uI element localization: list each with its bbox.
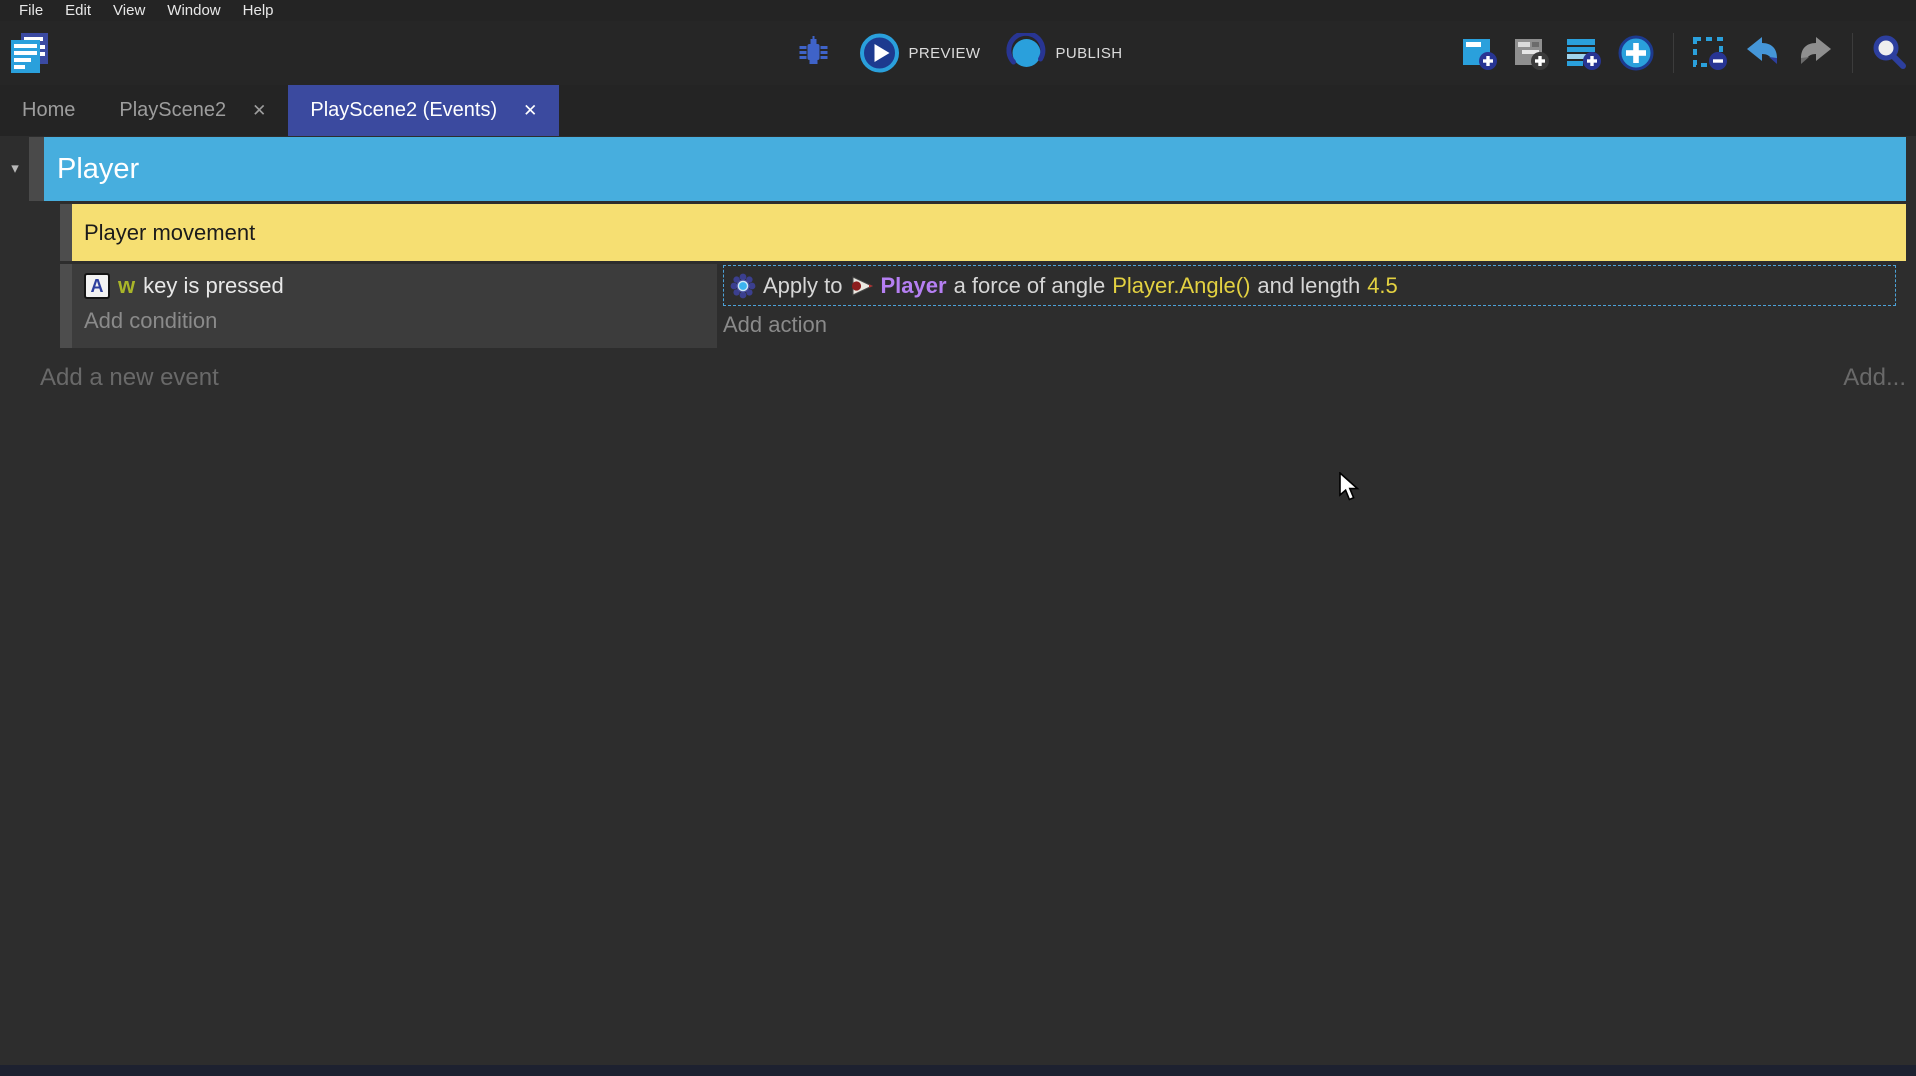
add-comment-icon[interactable] [1564, 33, 1604, 73]
action-apply-force[interactable]: Apply to Player a force of angle Player.… [723, 265, 1896, 306]
action-text: and length [1257, 273, 1360, 299]
gdevelop-logo-icon[interactable] [8, 31, 52, 75]
event-row: A w key is pressed Add condition [0, 264, 1916, 348]
add-event-icon[interactable] [1460, 33, 1500, 73]
close-icon[interactable]: ✕ [523, 101, 537, 121]
add-new-event-button[interactable]: Add a new event [40, 364, 219, 392]
choose-add-icon[interactable] [1616, 33, 1656, 73]
add-condition-button[interactable]: Add condition [84, 308, 717, 334]
event-group-row: ▾ Player [0, 137, 1916, 201]
player-object-icon [850, 274, 874, 298]
redo-icon[interactable] [1795, 33, 1835, 73]
tab-label: PlayScene2 (Events) [310, 99, 497, 122]
toolbar-center: PREVIEW PUBLISH [794, 21, 1123, 85]
mouse-cursor [1337, 472, 1363, 502]
tab-playscene2[interactable]: PlayScene2 ✕ [97, 85, 288, 136]
chevron-down-icon[interactable]: ▾ [6, 159, 24, 177]
add-action-button[interactable]: Add action [723, 312, 827, 338]
publish-label: PUBLISH [1055, 45, 1122, 62]
publish-button[interactable]: PUBLISH [1006, 33, 1122, 73]
tab-label: Home [22, 99, 75, 122]
menu-bar: File Edit View Window Help [0, 0, 1916, 21]
action-prefix: Apply to [763, 273, 843, 299]
close-icon[interactable]: ✕ [252, 101, 266, 121]
gdevelop-window: File Edit View Window Help [0, 0, 1916, 1076]
condition-key-pressed[interactable]: A w key is pressed [84, 270, 717, 302]
tab-home[interactable]: Home [0, 85, 97, 136]
action-value: 4.5 [1367, 273, 1398, 299]
menu-file[interactable]: File [8, 0, 54, 21]
event-drag-handle[interactable] [60, 264, 72, 348]
menu-help[interactable]: Help [232, 0, 285, 21]
actions-column: Apply to Player a force of angle Player.… [717, 264, 1906, 348]
add-more-button[interactable]: Add... [1843, 364, 1906, 392]
preview-button[interactable]: PREVIEW [860, 33, 981, 73]
group-title: Player [57, 153, 139, 186]
comment-drag-handle[interactable] [60, 204, 72, 261]
physics-behavior-icon [730, 273, 756, 299]
preview-label: PREVIEW [909, 45, 981, 62]
keyboard-key-icon: A [84, 273, 110, 299]
condition-key-value: w [118, 273, 135, 299]
event-group-header[interactable]: Player [44, 137, 1906, 201]
publish-globe-icon [1006, 33, 1046, 73]
toolbar: PREVIEW PUBLISH [0, 21, 1916, 85]
group-drag-handle[interactable] [29, 137, 44, 201]
events-sheet: ▾ Player Player movement A w key is pres… [0, 136, 1916, 1076]
action-object-name: Player [881, 273, 947, 299]
condition-text: key is pressed [143, 273, 284, 299]
action-expression: Player.Angle() [1112, 273, 1250, 299]
tab-label: PlayScene2 [119, 99, 226, 122]
remove-selection-icon[interactable] [1691, 33, 1731, 73]
toolbar-right [1460, 21, 1910, 85]
comment-block[interactable]: Player movement [72, 204, 1906, 261]
window-bottom-edge [0, 1065, 1916, 1076]
add-subevent-icon[interactable] [1512, 33, 1552, 73]
search-icon[interactable] [1870, 33, 1910, 73]
tab-bar: Home PlayScene2 ✕ PlayScene2 (Events) ✕ [0, 85, 1916, 136]
tab-playscene2-events[interactable]: PlayScene2 (Events) ✕ [288, 85, 559, 136]
undo-icon[interactable] [1743, 33, 1783, 73]
comment-text: Player movement [84, 220, 255, 246]
menu-window[interactable]: Window [156, 0, 231, 21]
debug-bug-icon[interactable] [794, 33, 834, 73]
toolbar-separator [1673, 33, 1674, 73]
toolbar-separator [1852, 33, 1853, 73]
comment-row: Player movement [0, 204, 1916, 261]
conditions-column: A w key is pressed Add condition [72, 264, 717, 348]
menu-edit[interactable]: Edit [54, 0, 102, 21]
menu-view[interactable]: View [102, 0, 156, 21]
action-text: a force of angle [954, 273, 1106, 299]
add-event-row: Add a new event Add... [0, 362, 1916, 398]
play-circle-icon [860, 33, 900, 73]
